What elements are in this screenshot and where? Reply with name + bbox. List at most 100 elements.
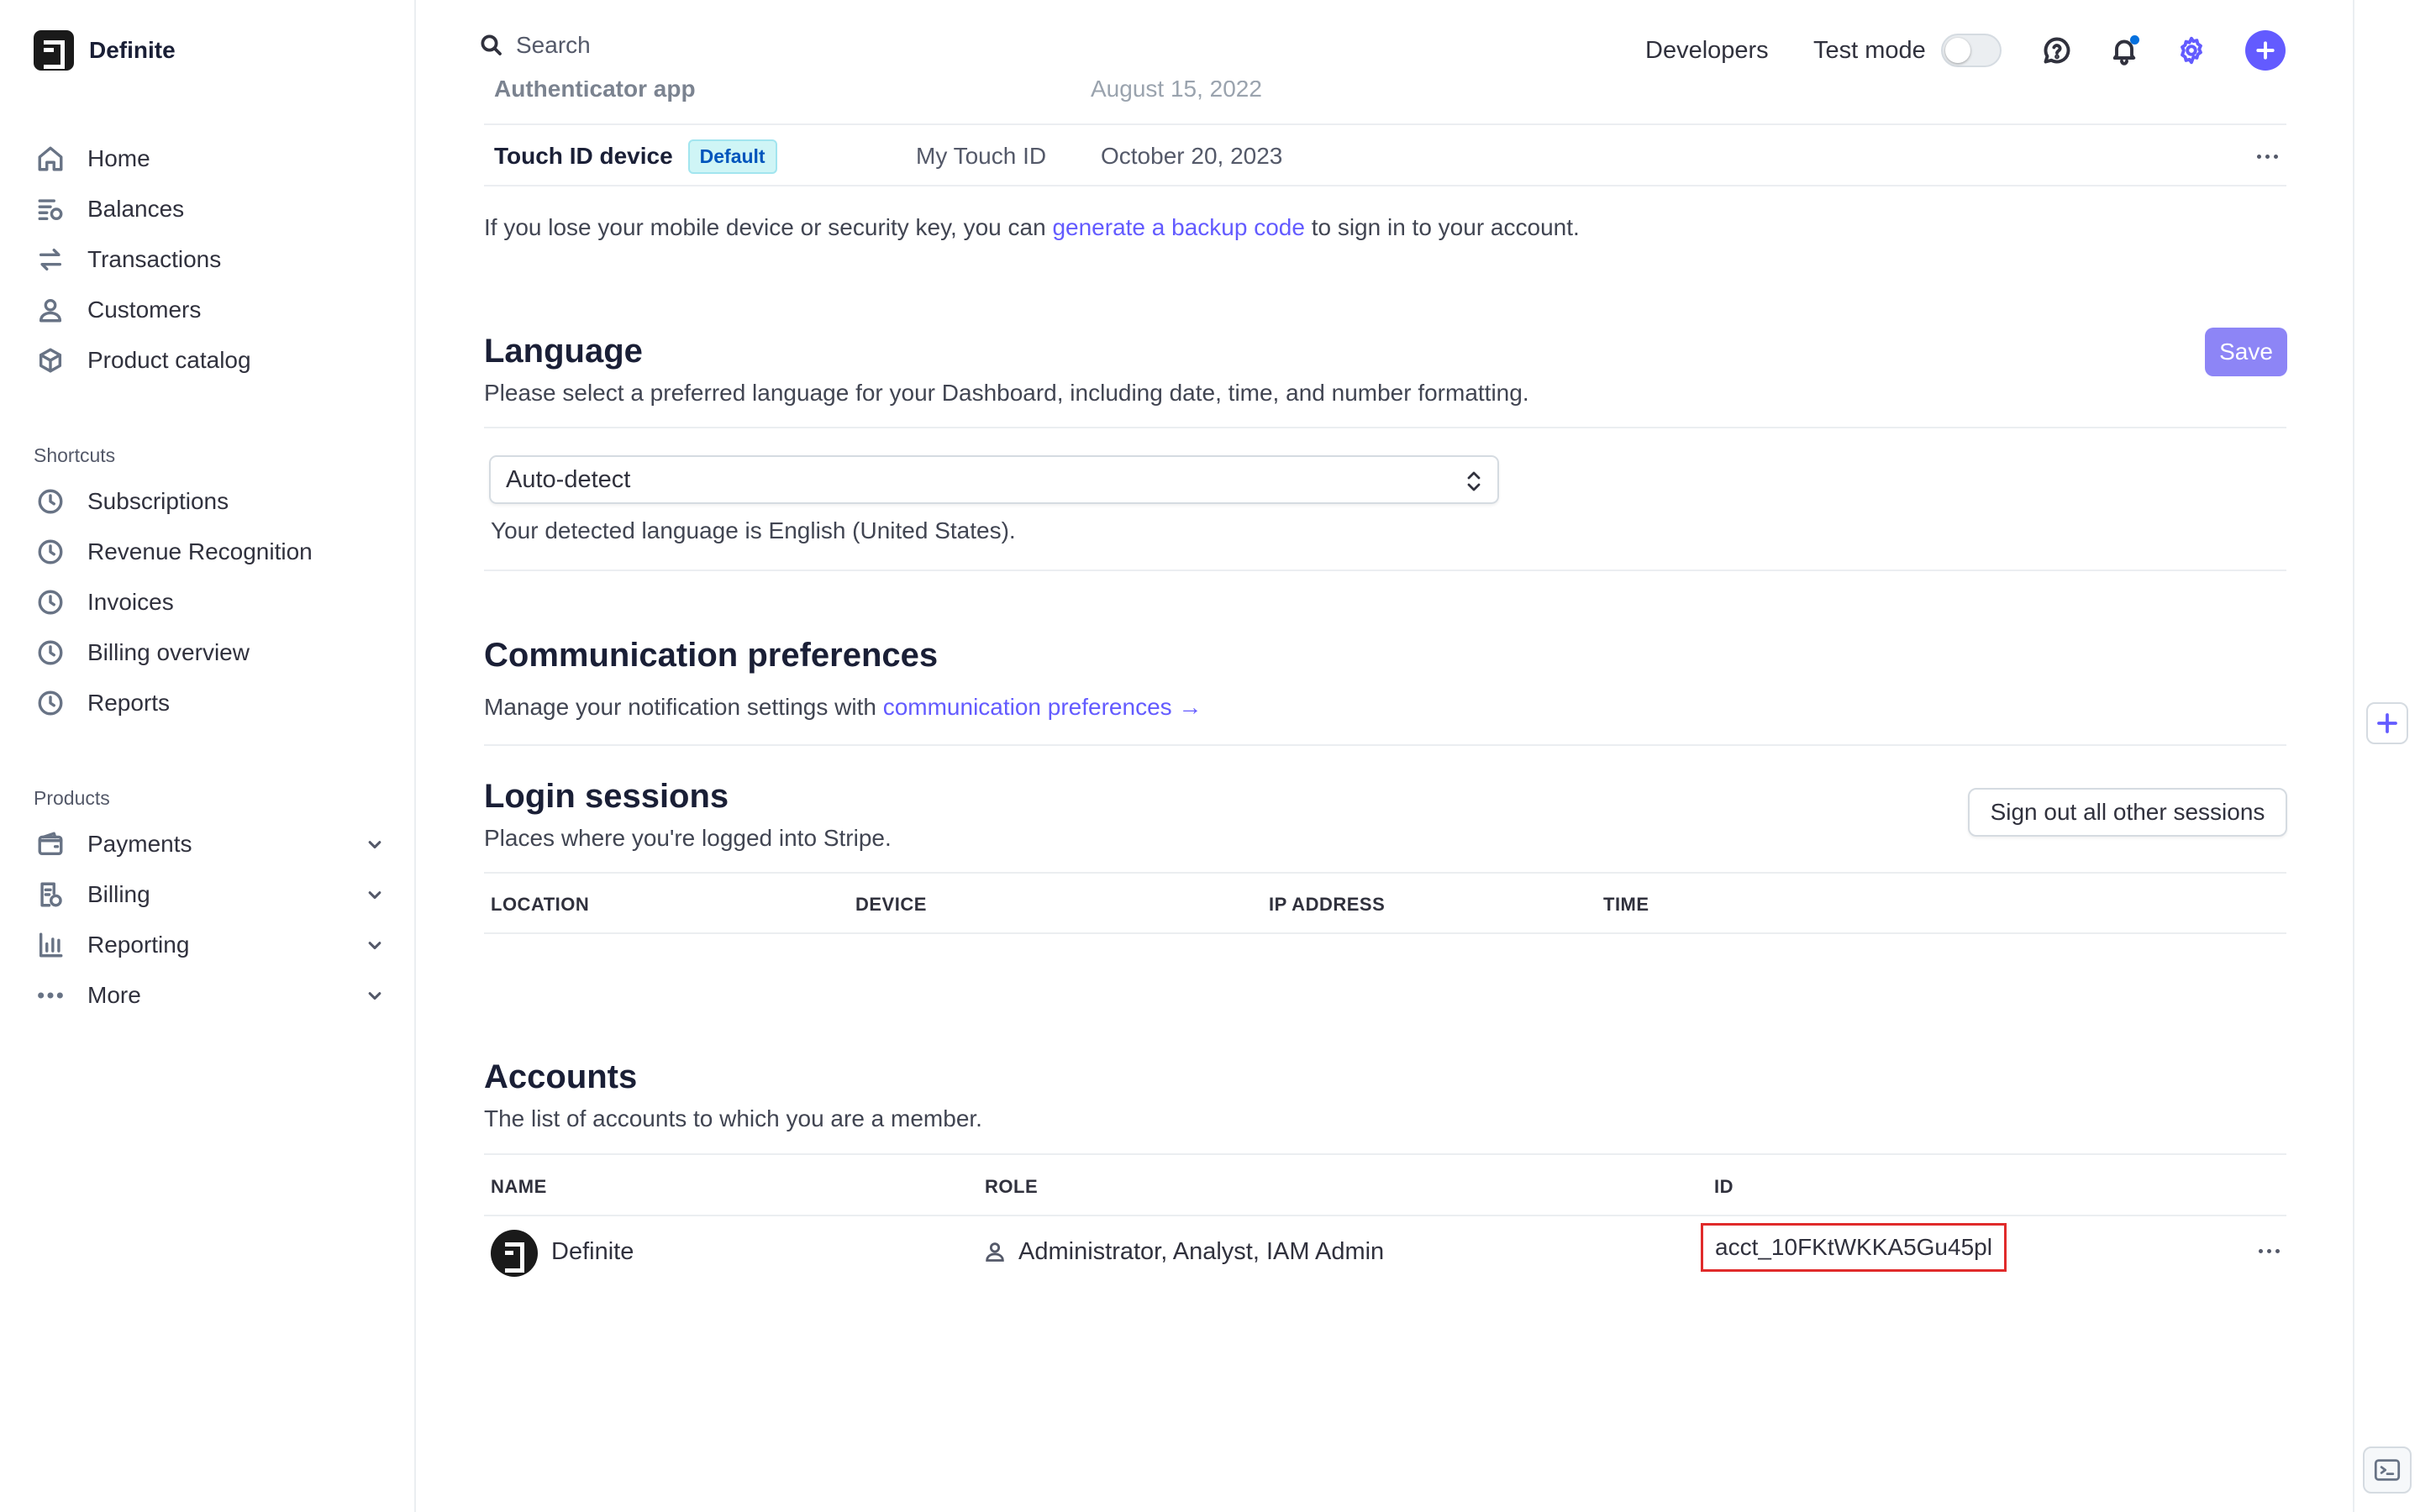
test-mode-toggle[interactable] [1941, 34, 2002, 67]
sidebar-item-label: Product catalog [87, 347, 251, 373]
communication-title: Communication preferences [484, 637, 939, 674]
create-button[interactable] [2245, 25, 2286, 76]
column-header-name[interactable]: NAME [491, 1176, 547, 1198]
sidebar-item-revenue-recognition[interactable]: Revenue Recognition [34, 530, 387, 574]
products-section-label: Products [34, 787, 110, 809]
sidebar-item-home[interactable]: Home [34, 137, 387, 181]
sidebar-item-invoices[interactable]: Invoices [34, 580, 387, 624]
touch-id-name: Touch ID device [494, 143, 673, 169]
clock-icon [34, 585, 67, 619]
generate-backup-code-link[interactable]: generate a backup code [1052, 214, 1304, 240]
chevron-down-icon[interactable] [363, 883, 387, 906]
authenticator-row-partial: Authenticator app August 15, 2022 [484, 81, 2286, 124]
divider [484, 1153, 2286, 1155]
divider [484, 570, 2286, 571]
test-mode-control: Test mode [1813, 25, 1926, 76]
column-header-time[interactable]: TIME [1603, 894, 1649, 916]
column-header-role[interactable]: ROLE [985, 1176, 1038, 1198]
developers-link[interactable]: Developers [1645, 25, 1769, 76]
search-input[interactable]: Search [516, 32, 591, 59]
notifications-button[interactable] [2107, 25, 2141, 76]
column-header-id[interactable]: ID [1714, 1176, 1733, 1198]
sidebar-item-balances[interactable]: Balances [34, 187, 387, 231]
touch-id-row: Touch ID device Default My Touch ID Octo… [494, 134, 2286, 178]
sidebar-item-label: Transactions [87, 246, 222, 272]
accounts-title: Accounts [484, 1058, 638, 1095]
backup-code-text: If you lose your mobile device or securi… [484, 214, 1580, 241]
accounts-description: The list of accounts to which you are a … [484, 1105, 982, 1131]
search-bar[interactable]: Search [479, 32, 591, 59]
sidebar-item-reports[interactable]: Reports [34, 681, 387, 725]
notification-dot [2130, 35, 2139, 45]
brand-logo-icon [34, 30, 74, 71]
plus-icon [2245, 30, 2286, 71]
more-options-icon[interactable] [2252, 1238, 2286, 1263]
sidebar-item-billing-overview[interactable]: Billing overview [34, 631, 387, 675]
touch-id-date: October 20, 2023 [1101, 143, 1283, 169]
communication-prefix: Manage your notification settings with [484, 694, 883, 720]
more-dots-icon [34, 979, 67, 1012]
chevron-down-icon[interactable] [363, 984, 387, 1007]
right-rail [2353, 0, 2420, 1512]
brand[interactable]: Definite [34, 30, 176, 71]
sidebar-item-label: More [87, 982, 141, 1008]
sign-out-other-sessions-button[interactable]: Sign out all other sessions [1968, 788, 2287, 837]
account-role: Administrator, Analyst, IAM Admin [1018, 1238, 1385, 1265]
clock-icon [34, 636, 67, 669]
search-icon [481, 34, 502, 55]
sidebar-item-payments[interactable]: Payments [34, 822, 387, 866]
divider [484, 123, 2286, 125]
settings-button[interactable] [2175, 25, 2208, 76]
backup-code-prefix: If you lose your mobile device or securi… [484, 214, 1053, 240]
sidebar-item-billing[interactable]: Billing [34, 873, 387, 916]
sidebar-item-transactions[interactable]: Transactions [34, 238, 387, 281]
terminal-icon [2374, 1459, 2401, 1481]
divider [484, 744, 2286, 746]
shortcuts-section-label: Shortcuts [34, 444, 116, 466]
brand-name: Definite [89, 37, 176, 63]
help-icon [2040, 34, 2074, 67]
console-button[interactable] [2363, 1446, 2412, 1494]
sidebar-item-label: Billing overview [87, 639, 250, 665]
chevron-down-icon[interactable] [363, 832, 387, 856]
sidebar-item-subscriptions[interactable]: Subscriptions [34, 480, 387, 523]
sidebar-item-reporting[interactable]: Reporting [34, 923, 387, 967]
sidebar-item-label: Invoices [87, 589, 174, 615]
divider [484, 427, 2286, 428]
sidebar-item-label: Reporting [87, 932, 190, 958]
sidebar-item-customers[interactable]: Customers [34, 288, 387, 332]
sidebar-item-label: Subscriptions [87, 488, 229, 514]
authenticator-name: Authenticator app [494, 81, 696, 102]
bar-chart-icon [34, 928, 67, 962]
authenticator-date: August 15, 2022 [1091, 81, 1262, 102]
chevron-down-icon[interactable] [363, 933, 387, 957]
language-select[interactable]: Auto-detect [489, 455, 1499, 504]
communication-preferences-link[interactable]: communication preferences → [883, 694, 1202, 720]
select-chevrons-icon [1467, 471, 1481, 491]
touch-id-device: My Touch ID [916, 143, 1047, 169]
divider [484, 932, 2286, 934]
backup-code-suffix: to sign in to your account. [1304, 214, 1580, 240]
divider [484, 185, 2286, 186]
account-id[interactable]: acct_10FKtWKKA5Gu45pl [1701, 1223, 2007, 1272]
sidebar-item-product-catalog[interactable]: Product catalog [34, 339, 387, 382]
account-avatar [491, 1230, 538, 1277]
more-options-icon[interactable] [2250, 144, 2284, 169]
person-icon [983, 1240, 1007, 1263]
save-button[interactable]: Save [2205, 328, 2287, 376]
column-header-ip-address[interactable]: IP ADDRESS [1269, 894, 1385, 916]
home-icon [34, 142, 67, 176]
language-description: Please select a preferred language for y… [484, 380, 1529, 406]
sidebar-item-more[interactable]: More [34, 974, 387, 1017]
table-row[interactable]: Definite Administrator, Analyst, IAM Adm… [484, 1218, 2286, 1285]
sidebar: Definite Home Balances Transactions Cust… [0, 0, 416, 1512]
add-widget-button[interactable] [2366, 702, 2408, 744]
gear-icon [2175, 34, 2208, 67]
clock-icon [34, 535, 67, 569]
help-button[interactable] [2040, 25, 2074, 76]
test-mode-label: Test mode [1813, 36, 1926, 64]
column-header-location[interactable]: LOCATION [491, 894, 589, 916]
default-badge: Default [687, 139, 777, 174]
detected-language-text: Your detected language is English (Unite… [491, 517, 1016, 543]
column-header-device[interactable]: DEVICE [855, 894, 927, 916]
